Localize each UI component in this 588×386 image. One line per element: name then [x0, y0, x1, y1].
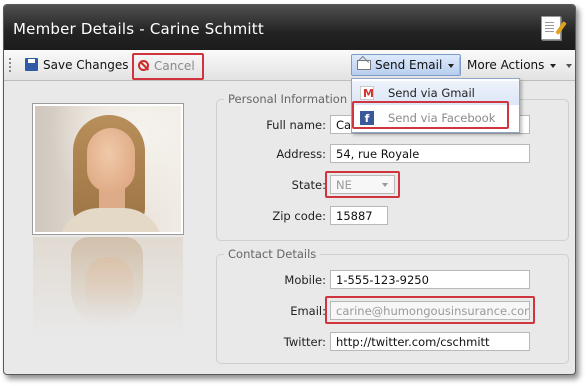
toolbar-overflow-icon[interactable] [566, 56, 572, 72]
more-actions-button[interactable]: More Actions [467, 55, 557, 75]
send-email-button[interactable]: Send Email [351, 54, 462, 76]
send-email-label: Send Email [375, 58, 443, 72]
title-bar: Member Details - Carine Schmitt [4, 5, 575, 50]
reflection-face [85, 257, 133, 317]
member-details-window: Member Details - Carine Schmitt Save Cha… [3, 4, 576, 375]
photo-face [87, 128, 135, 192]
gmail-icon [360, 82, 374, 106]
twitter-label: Twitter: [283, 335, 326, 349]
state-value: NE [336, 178, 352, 192]
address-field[interactable]: 54, rue Royale [330, 144, 530, 163]
save-disk-icon [25, 58, 38, 71]
window-title: Member Details - Carine Schmitt [13, 20, 264, 38]
envelope-icon [357, 59, 371, 70]
chevron-down-icon [448, 63, 455, 68]
save-changes-label: Save Changes [43, 58, 129, 72]
personal-information-legend: Personal Information [224, 92, 352, 106]
zipcode-field[interactable]: 15887 [330, 206, 388, 225]
mobile-field[interactable]: 1-555-123-9250 [330, 270, 530, 289]
more-actions-label: More Actions [467, 58, 545, 72]
state-select[interactable]: NE [330, 175, 395, 194]
chevron-down-icon [550, 63, 557, 68]
photo-reflection [33, 237, 183, 362]
state-label: State: [291, 178, 326, 192]
cancel-ban-icon [138, 60, 149, 71]
fullname-label: Full name: [266, 118, 326, 132]
address-label: Address: [276, 147, 326, 161]
edit-note-icon[interactable] [541, 16, 561, 40]
twitter-field[interactable]: http://twitter.com/cschmitt [330, 332, 530, 351]
email-label: Email: [290, 304, 326, 318]
facebook-highlight [352, 101, 509, 129]
contact-details-legend: Contact Details [224, 247, 321, 261]
save-changes-button[interactable]: Save Changes [25, 55, 128, 75]
email-field[interactable]: carine@humongousinsurance.com [330, 301, 530, 320]
chevron-down-icon [382, 183, 388, 187]
zipcode-label: Zip code: [272, 209, 326, 223]
toolbar: Save Changes Cancel Send Email More Acti… [4, 50, 575, 81]
cancel-button[interactable]: Cancel [132, 53, 204, 80]
cancel-label: Cancel [154, 59, 195, 73]
toolbar-grip-icon[interactable] [9, 58, 11, 72]
member-photo [33, 104, 183, 234]
mobile-label: Mobile: [284, 273, 326, 287]
toolbar-separator [459, 57, 460, 74]
